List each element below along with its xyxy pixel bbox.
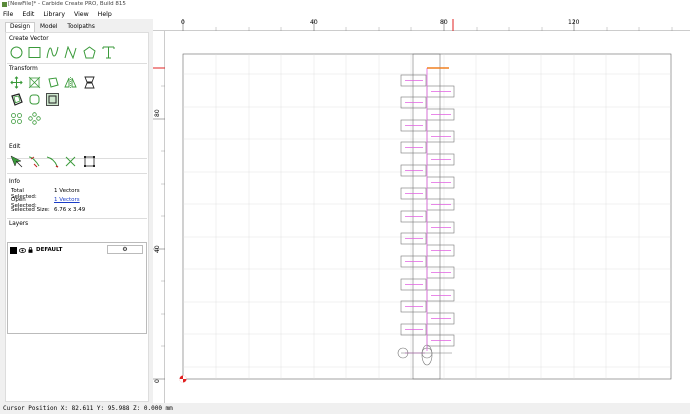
group-icon[interactable] xyxy=(83,155,96,168)
title-bar: [NewFile]* - Carbide Create PRO, Build 8… xyxy=(0,0,690,9)
selected-size-value: 6.76 x 3.49 xyxy=(54,207,86,213)
node-edit-icon[interactable] xyxy=(10,155,23,168)
sidebar: Design Model Toolpaths Create Vector Tra… xyxy=(0,19,150,403)
align-icon[interactable] xyxy=(83,76,96,89)
menu-help[interactable]: Help xyxy=(98,11,112,18)
transform-title: Transform xyxy=(9,66,38,72)
array-circles-icon[interactable] xyxy=(10,112,23,125)
ruler-top-ticks xyxy=(153,19,690,31)
divider xyxy=(7,173,147,174)
ruler-left-label-80: 80 xyxy=(154,109,161,117)
layer-settings-button[interactable]: ⚙ xyxy=(107,245,143,254)
menu-file[interactable]: File xyxy=(3,11,13,18)
layer-name: DEFAULT xyxy=(36,247,63,253)
lock-icon[interactable] xyxy=(28,247,33,253)
curve-tool-icon[interactable] xyxy=(46,46,59,59)
eye-icon[interactable] xyxy=(19,247,26,253)
status-bar: Cursor Position X: 82.611 Y: 95.988 Z: 0… xyxy=(0,403,690,414)
cursor-position: Cursor Position X: 82.611 Y: 95.988 Z: 0… xyxy=(3,405,173,412)
menu-bar: File Edit Library View Help xyxy=(0,9,690,19)
menu-library[interactable]: Library xyxy=(43,11,65,18)
ruler-left-label-0: 0 xyxy=(154,379,161,383)
ruler-top-label-0: 0 xyxy=(181,19,185,26)
ruler-left-ticks xyxy=(153,31,165,403)
divider xyxy=(7,63,147,64)
work-area: 0 40 80 120 80 40 0 xyxy=(153,19,690,403)
edit-title: Edit xyxy=(9,144,21,150)
layer-color-swatch[interactable] xyxy=(10,246,17,254)
fillet-icon[interactable] xyxy=(28,93,41,106)
ruler-left: 80 40 0 xyxy=(153,31,165,403)
tab-design[interactable]: Design xyxy=(5,22,36,32)
origin-marker xyxy=(179,375,187,383)
sidebar-tabs: Design Model Toolpaths xyxy=(5,22,100,32)
layer-row[interactable]: DEFAULT ⚙ xyxy=(10,245,144,255)
selected-size-label: Selected Size: xyxy=(11,207,50,213)
canvas-drawing[interactable] xyxy=(165,31,690,403)
mirror-icon[interactable] xyxy=(64,76,77,89)
window-title: [NewFile]* - Carbide Create PRO, Build 8… xyxy=(8,1,126,7)
menu-view[interactable]: View xyxy=(74,11,89,18)
info-title: Info xyxy=(9,179,20,185)
offset-icon[interactable] xyxy=(10,93,23,106)
trim-icon[interactable] xyxy=(28,155,41,168)
polygon-tool-icon[interactable] xyxy=(83,46,96,59)
divider xyxy=(7,218,147,219)
circle-tool-icon[interactable] xyxy=(10,46,23,59)
design-canvas[interactable] xyxy=(165,31,690,403)
tab-model[interactable]: Model xyxy=(35,22,62,32)
ruler-left-label-40: 40 xyxy=(154,245,161,253)
tab-toolpaths[interactable]: Toolpaths xyxy=(62,22,99,32)
selected-size-row: Selected Size: 6.76 x 3.49 xyxy=(11,207,85,213)
rectangle-tool-icon[interactable] xyxy=(28,46,41,59)
app-icon xyxy=(2,2,7,7)
layers-title: Layers xyxy=(9,221,29,227)
circular-array-icon[interactable] xyxy=(28,112,41,125)
gear-icon: ⚙ xyxy=(122,246,128,253)
rotate-icon[interactable] xyxy=(46,76,59,89)
text-tool-icon[interactable] xyxy=(102,46,115,59)
create-vector-title: Create Vector xyxy=(9,36,49,42)
extend-icon[interactable] xyxy=(46,155,59,168)
ruler-top-label-120: 120 xyxy=(568,19,580,26)
design-panel: Create Vector Transform Edit Info Total xyxy=(5,32,149,402)
boolean-icon[interactable] xyxy=(46,93,59,106)
ruler-top-label-80: 80 xyxy=(440,19,448,26)
delete-icon[interactable] xyxy=(64,155,77,168)
menu-edit[interactable]: Edit xyxy=(22,11,34,18)
ruler-top: 0 40 80 120 xyxy=(153,19,690,31)
layers-list: DEFAULT ⚙ xyxy=(7,242,147,334)
polyline-tool-icon[interactable] xyxy=(64,46,77,59)
ruler-top-label-40: 40 xyxy=(310,19,318,26)
move-icon[interactable] xyxy=(10,76,23,89)
scale-icon[interactable] xyxy=(28,76,41,89)
